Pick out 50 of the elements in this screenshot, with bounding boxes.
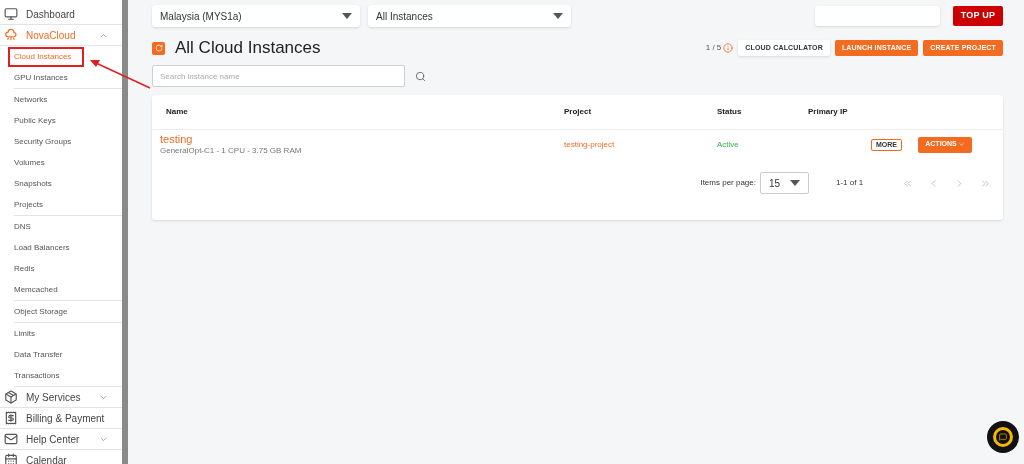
search-field[interactable]: Search instance name (152, 65, 405, 87)
annotation-arrow (88, 57, 152, 90)
column-header: Status (717, 106, 743, 118)
page-size-dropdown[interactable]: 15 (760, 172, 809, 194)
sidebar-item[interactable]: My Services (0, 387, 122, 408)
blank-field[interactable] (815, 6, 940, 26)
page-title: All Cloud Instances (175, 37, 321, 60)
sidebar-subitem[interactable]: Data Transfer (8, 344, 69, 365)
dropdown-arrow-icon (553, 13, 563, 19)
caret-icon (957, 141, 965, 148)
column-header: Name (165, 106, 189, 118)
chat-icon (993, 427, 1013, 447)
receipt-icon (4, 411, 18, 425)
status-text: Active (717, 138, 740, 151)
dropdown-arrow-icon (790, 180, 800, 186)
sidebar-subitem[interactable]: Limits (8, 323, 41, 344)
mail-icon (4, 432, 18, 446)
sidebar-subitem[interactable]: Projects (8, 194, 49, 215)
pager-range: 1-1 of 1 (836, 177, 865, 189)
sidebar-subitem[interactable]: Memcached (8, 279, 64, 300)
refresh-button[interactable] (152, 41, 165, 55)
sidebar-subitem[interactable]: Object Storage (8, 301, 74, 322)
sidebar-subitem[interactable]: Redis (8, 258, 41, 279)
scrollbar[interactable] (122, 0, 128, 464)
sidebar-subitem[interactable]: Networks (8, 89, 54, 110)
dropdown-arrow-icon (342, 13, 352, 19)
sidebar-subitem[interactable]: Public Keys (8, 110, 62, 131)
info-icon (723, 43, 734, 53)
column-header: Project (564, 106, 593, 118)
sidebar-subitem[interactable]: DNS (8, 216, 37, 237)
quota-text: 1 / 5 (705, 42, 722, 54)
sidebar-subitem[interactable]: Snapshots (8, 173, 58, 194)
sidebar-subitem[interactable]: Transactions (8, 365, 66, 386)
filter-dropdown[interactable]: All Instances (368, 5, 571, 27)
sidebar-subitem[interactable]: Security Groups (8, 131, 78, 152)
region-dropdown[interactable]: Malaysia (MYS1a) (152, 5, 360, 27)
instance-spec: GeneralOpt-C1 - 1 CPU - 3.75 GB RAM (160, 145, 303, 157)
sidebar-subitem[interactable]: Volumes (8, 152, 51, 173)
sidebar-subitem[interactable]: Load Balancers (8, 237, 76, 258)
pager-label: Items per page: (700, 177, 756, 189)
box-icon (4, 390, 18, 404)
cloud-icon (4, 28, 18, 42)
chat-button[interactable] (987, 421, 1019, 453)
column-header: Primary IP (808, 106, 849, 118)
monitor-icon (4, 7, 18, 21)
calendar-icon (4, 453, 18, 464)
top-up-button[interactable]: TOP UP (953, 6, 1003, 26)
refresh-icon (154, 44, 163, 52)
sidebar-subitem[interactable]: GPU Instances (8, 67, 74, 88)
search-icon[interactable] (415, 70, 426, 82)
